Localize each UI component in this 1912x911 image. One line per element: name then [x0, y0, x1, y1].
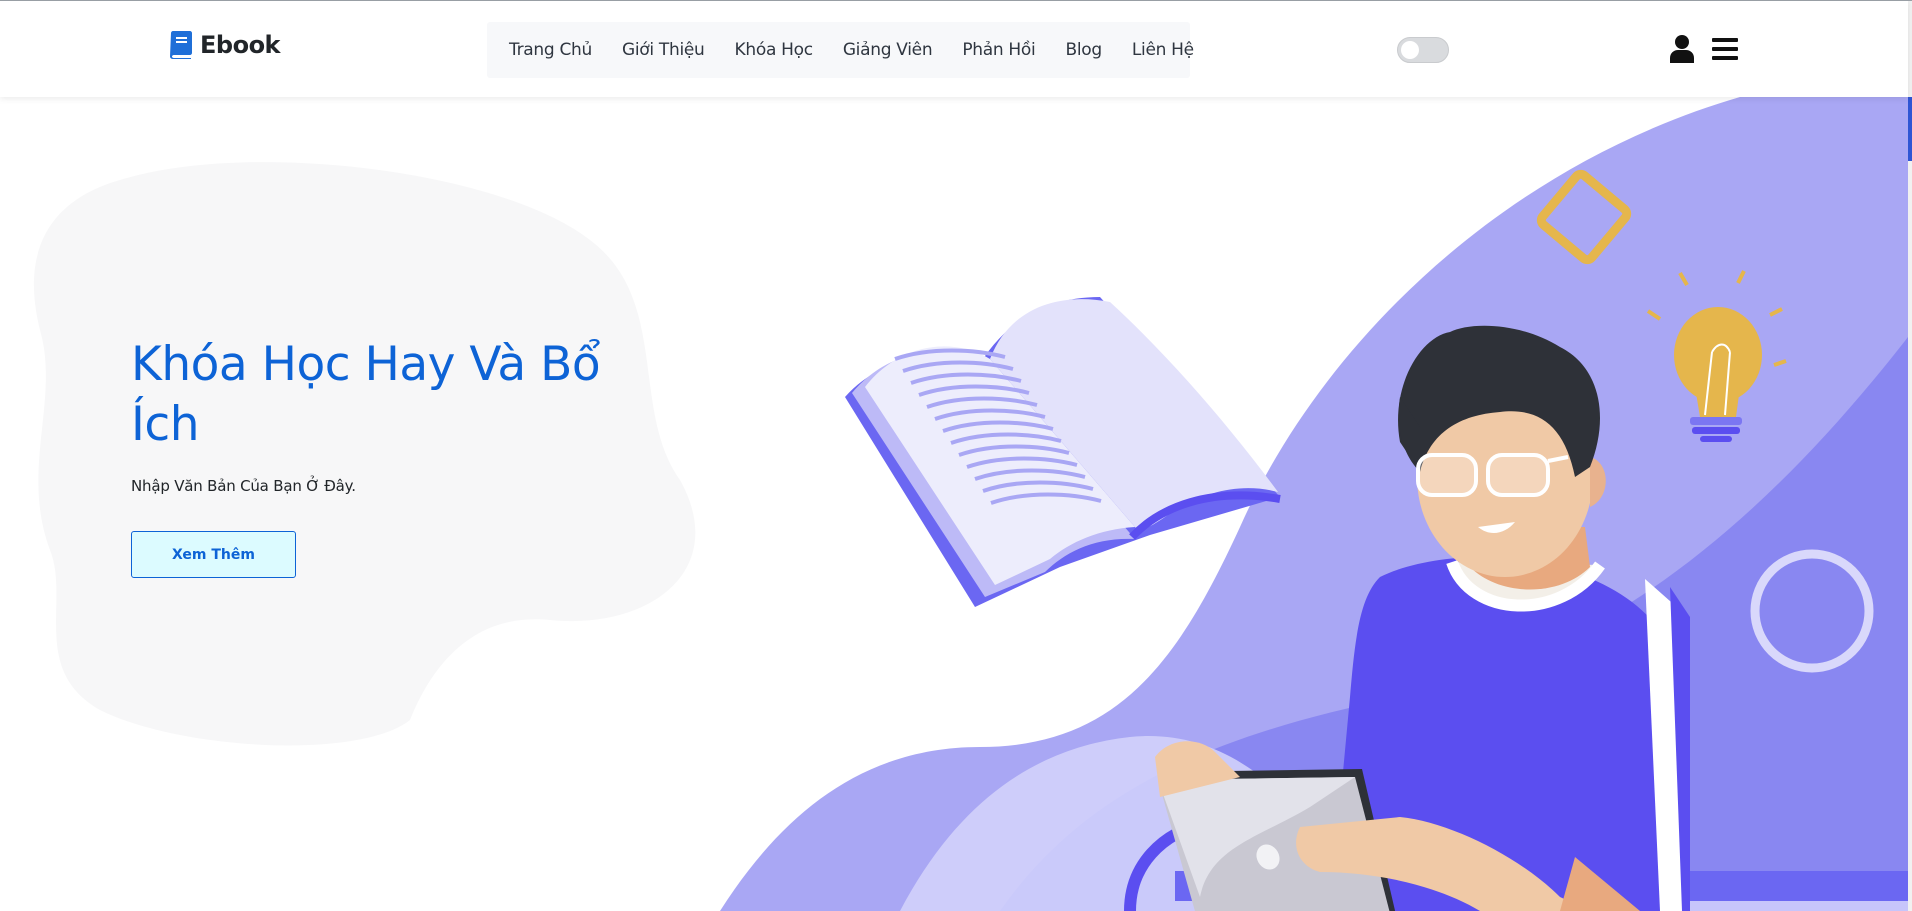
site-header: Ebook Trang Chủ Giới Thiệu Khóa Học Giản…: [0, 1, 1908, 97]
user-icon[interactable]: [1670, 35, 1694, 63]
brand-name: Ebook: [200, 31, 281, 59]
scrollbar-thumb[interactable]: [1908, 97, 1912, 161]
book-icon: [170, 31, 192, 59]
nav-item-khoa-hoc[interactable]: Khóa Học: [735, 40, 814, 60]
nav-item-gioi-thieu[interactable]: Giới Thiệu: [622, 40, 705, 60]
hamburger-menu-icon[interactable]: [1712, 38, 1738, 60]
hero-subtitle: Nhập Văn Bản Của Bạn Ở Đây.: [131, 477, 356, 495]
nav-item-phan-hoi[interactable]: Phản Hồi: [962, 40, 1035, 60]
nav-item-blog[interactable]: Blog: [1065, 40, 1102, 60]
brand-logo[interactable]: Ebook: [168, 31, 281, 59]
nav-item-giang-vien[interactable]: Giảng Viên: [843, 40, 933, 60]
view-more-button[interactable]: Xem Thêm: [131, 531, 296, 578]
nav-item-trang-chu[interactable]: Trang Chủ: [509, 40, 592, 60]
theme-toggle[interactable]: [1397, 37, 1449, 63]
main-nav: Trang Chủ Giới Thiệu Khóa Học Giảng Viên…: [487, 22, 1194, 78]
nav-item-lien-he[interactable]: Liên Hệ: [1132, 40, 1194, 60]
hero-title: Khóa Học Hay Và Bổ Ích: [131, 337, 601, 452]
toggle-knob: [1401, 41, 1419, 59]
